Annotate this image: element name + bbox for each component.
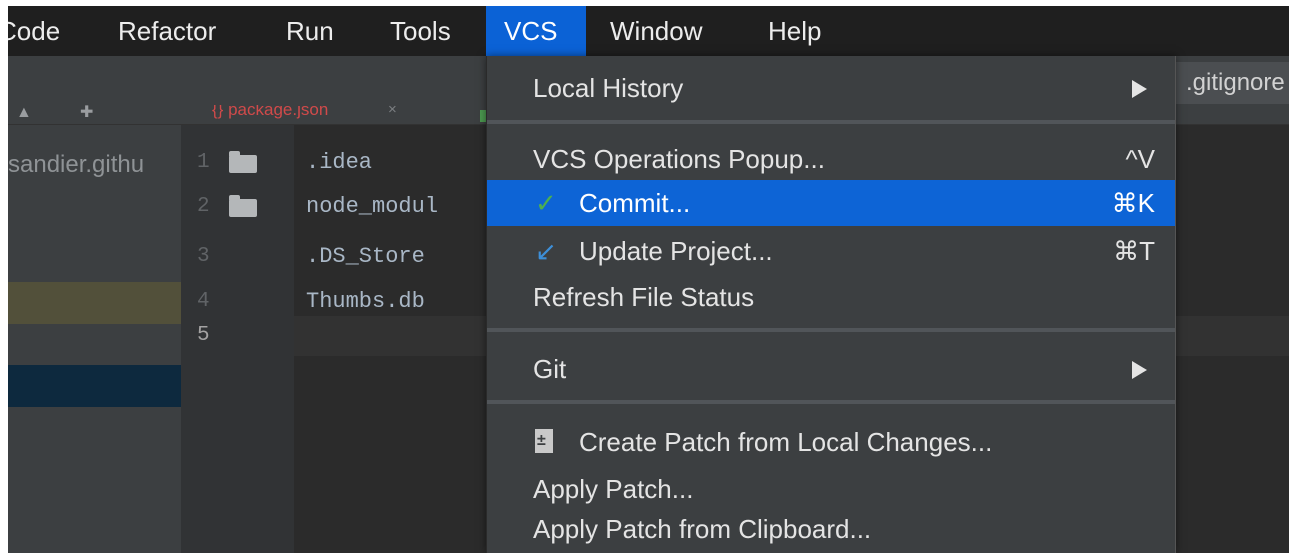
menu-help[interactable]: Help: [768, 6, 848, 56]
vcs-dropdown-menu: Local History VCS Operations Popup... ^V…: [486, 56, 1176, 553]
editor-tab-gitignore-label: .gitignore: [1186, 69, 1285, 96]
folder-icon: [229, 151, 257, 173]
menu-item-label: Local History: [533, 73, 684, 103]
menu-item-update-project[interactable]: ↙ Update Project... ⌘T: [487, 228, 1175, 274]
menu-item-label: Git: [533, 354, 567, 384]
check-icon: ✓: [535, 188, 557, 218]
editor-gutter: 1 2 3 4 5: [181, 125, 294, 553]
update-arrow-icon: ↙: [535, 236, 557, 266]
line-number: 2: [197, 195, 210, 218]
code-line: .idea: [306, 150, 373, 175]
menu-item-shortcut: ⌘K: [1111, 188, 1155, 218]
code-line: node_modul: [306, 194, 439, 219]
json-file-icon: {}: [212, 105, 224, 119]
menu-item-create-patch[interactable]: Create Patch from Local Changes...: [487, 419, 1175, 465]
submenu-arrow-icon: [1132, 361, 1147, 379]
collapse-icon[interactable]: ▲: [16, 105, 32, 121]
project-tree-item[interactable]: sandier.githu: [8, 145, 181, 185]
menu-item-label: Create Patch from Local Changes...: [579, 427, 993, 457]
close-icon[interactable]: ×: [388, 105, 397, 119]
menu-bar: Code Refactor Run Tools VCS Window Help: [8, 6, 1289, 56]
code-line: .DS_Store: [306, 244, 425, 269]
menu-code[interactable]: Code: [8, 6, 86, 56]
editor-tab-package-json[interactable]: {} package.json: [212, 105, 328, 119]
project-panel: sandier.githu: [8, 125, 181, 553]
submenu-arrow-icon: [1132, 80, 1147, 98]
menu-item-shortcut: ^V: [1125, 144, 1155, 174]
menu-window[interactable]: Window: [610, 6, 730, 56]
menu-item-label: Apply Patch from Clipboard...: [533, 514, 872, 544]
menu-item-label: Update Project...: [579, 236, 773, 266]
menu-run[interactable]: Run: [286, 6, 356, 56]
line-number: 1: [197, 151, 210, 174]
line-number: 3: [197, 245, 210, 268]
menu-refactor[interactable]: Refactor: [118, 6, 248, 56]
editor-tab-gitignore[interactable]: .gitignore: [1176, 62, 1289, 104]
folder-icon: [229, 195, 257, 217]
line-number: 5: [197, 324, 210, 347]
project-tree-row-highlight: [8, 282, 181, 324]
menu-item-label: VCS Operations Popup...: [533, 144, 825, 174]
settings-icon[interactable]: ✚: [80, 105, 93, 121]
app-window: Code Refactor Run Tools VCS Window Help …: [0, 0, 1289, 553]
menu-item-refresh-file-status[interactable]: Refresh File Status: [487, 274, 1175, 320]
menu-tools[interactable]: Tools: [390, 6, 475, 56]
menu-item-label: Commit...: [579, 188, 691, 218]
menu-vcs[interactable]: VCS: [486, 6, 586, 56]
menu-separator: [487, 400, 1175, 404]
menu-item-local-history[interactable]: Local History: [487, 65, 1175, 111]
patch-icon: [535, 429, 553, 453]
menu-item-shortcut: ⌘T: [1113, 236, 1155, 266]
menu-item-commit[interactable]: ✓ Commit... ⌘K: [487, 180, 1175, 226]
menu-item-vcs-operations-popup[interactable]: VCS Operations Popup... ^V: [487, 136, 1175, 182]
editor-tab-label: package.json: [228, 105, 329, 119]
menu-separator: [487, 328, 1175, 332]
menu-item-apply-patch-from-clipboard[interactable]: Apply Patch from Clipboard...: [487, 506, 1175, 552]
menu-item-label: Refresh File Status: [533, 282, 755, 312]
project-tree-row-selected[interactable]: [8, 365, 181, 407]
code-line: Thumbs.db: [306, 289, 425, 314]
menu-separator: [487, 120, 1175, 124]
menu-item-git[interactable]: Git: [487, 346, 1175, 392]
